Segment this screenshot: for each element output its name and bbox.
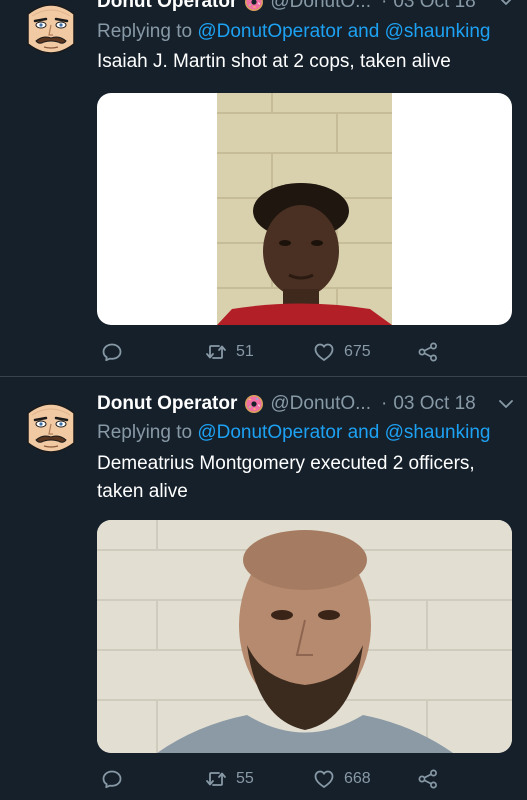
like-count: 668 (344, 770, 371, 787)
retweet-count: 55 (236, 770, 254, 787)
donut-emoji-icon (244, 0, 264, 12)
tweet-date[interactable]: 03 Oct 18 (393, 393, 475, 415)
tweet-date[interactable]: 03 Oct 18 (393, 0, 475, 13)
avatar[interactable] (18, 0, 84, 60)
donut-emoji-icon (244, 394, 264, 414)
tweet[interactable]: Donut Operator @DonutO... · 03 Oct 18 Re… (0, 377, 527, 800)
retweet-icon (205, 768, 227, 790)
author-handle[interactable]: @DonutO... (270, 0, 371, 13)
like-icon (313, 341, 335, 363)
like-button[interactable]: 675 (313, 340, 371, 364)
reply-mentions-link[interactable]: @DonutOperator and @shaunking (197, 21, 490, 42)
replying-to-label: Replying to (97, 21, 193, 42)
share-button[interactable] (417, 767, 439, 791)
replying-to-label: Replying to (97, 422, 193, 443)
like-button[interactable]: 668 (313, 767, 371, 791)
avatar[interactable] (18, 393, 84, 459)
author-name[interactable]: Donut Operator (97, 393, 237, 415)
tweet-text: Demeatrius Montgomery executed 2 officer… (97, 453, 475, 502)
reply-button[interactable] (101, 767, 123, 791)
mugshot-photo (217, 93, 392, 325)
retweet-icon (205, 341, 227, 363)
share-icon (417, 341, 439, 363)
mugshot-photo (97, 520, 512, 753)
retweet-button[interactable]: 51 (205, 340, 254, 364)
author-name[interactable]: Donut Operator (97, 0, 237, 13)
tweet-text: Isaiah J. Martin shot at 2 cops, taken a… (97, 51, 451, 72)
reply-button[interactable] (101, 340, 123, 364)
separator-dot: · (381, 0, 388, 12)
retweet-count: 51 (236, 343, 254, 360)
tweet-actions: 51 675 (97, 340, 457, 364)
tweet-actions: 55 668 (97, 767, 457, 791)
avatar-image (18, 0, 84, 60)
reply-icon (101, 341, 123, 363)
share-icon (417, 768, 439, 790)
reply-icon (101, 768, 123, 790)
replying-to: Replying to @DonutOperator and @shaunkin… (97, 422, 519, 444)
separator-dot: · (381, 393, 388, 414)
chevron-down-icon[interactable] (497, 395, 515, 413)
avatar-image (18, 393, 84, 459)
tweet-media[interactable] (97, 520, 512, 753)
author-handle[interactable]: @DonutO... (270, 393, 371, 415)
tweet-media[interactable] (97, 93, 512, 325)
share-button[interactable] (417, 340, 439, 364)
like-count: 675 (344, 343, 371, 360)
replying-to: Replying to @DonutOperator and @shaunkin… (97, 21, 519, 43)
tweet-header: Donut Operator @DonutO... · 03 Oct 18 (97, 0, 515, 14)
reply-mentions-link[interactable]: @DonutOperator and @shaunking (197, 422, 490, 443)
tweet-header: Donut Operator @DonutO... · 03 Oct 18 (97, 392, 515, 416)
retweet-button[interactable]: 55 (205, 767, 254, 791)
tweet[interactable]: Donut Operator @DonutO... · 03 Oct 18 Re… (0, 0, 527, 376)
chevron-down-icon[interactable] (497, 0, 515, 10)
like-icon (313, 768, 335, 790)
